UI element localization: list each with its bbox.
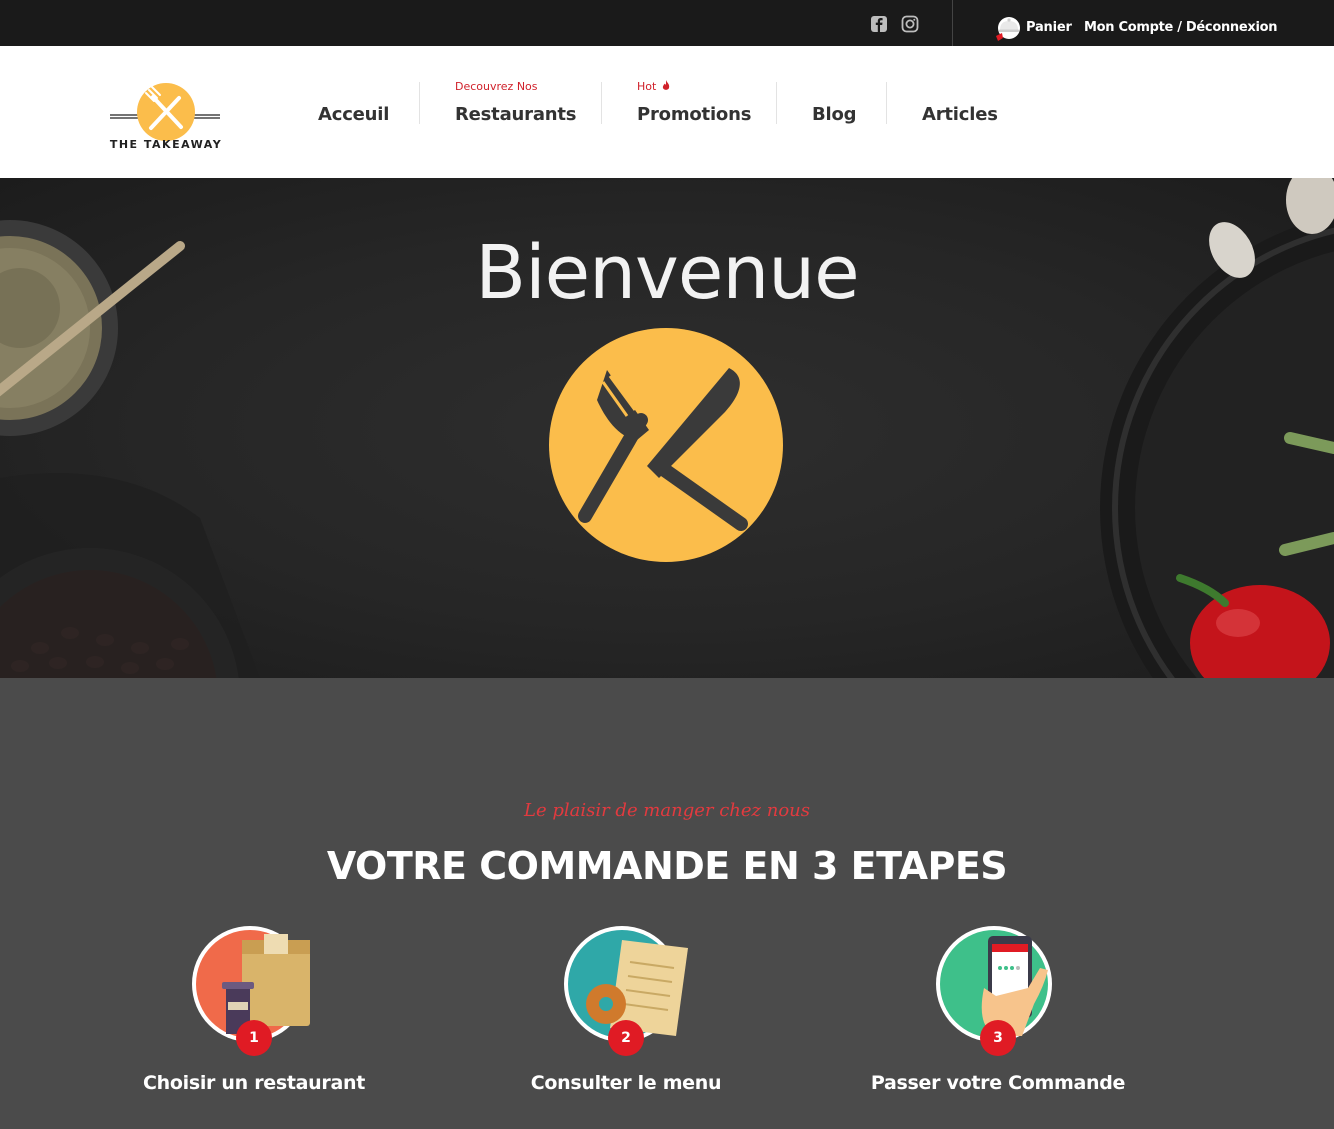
cart-link[interactable]: Panier <box>1026 20 1072 35</box>
hero-title: Bienvenue <box>475 230 859 316</box>
hot-label: Hot <box>637 80 657 93</box>
step-number-badge: 1 <box>236 1020 272 1056</box>
flame-icon <box>662 80 670 90</box>
order-steps-section: Le plaisir de manger chez nous VOTRE COM… <box>0 678 1334 1129</box>
hero-banner: Bienvenue <box>0 178 1334 678</box>
step-card-3: 3 Passer votre Commande <box>848 926 1148 1126</box>
nav-divider <box>776 82 777 124</box>
nav-label[interactable]: Acceuil <box>318 104 389 125</box>
fork-knife-icon <box>549 328 783 562</box>
top-bar: Panier Mon Compte / Déconnexion <box>0 0 1334 46</box>
facebook-icon[interactable] <box>870 15 888 33</box>
section-title: VOTRE COMMANDE EN 3 ETAPES <box>326 844 1008 888</box>
instagram-icon[interactable] <box>901 15 919 33</box>
nav-label[interactable]: Articles <box>922 104 998 125</box>
nav-divider <box>886 82 887 124</box>
account-logout-link[interactable]: Mon Compte / Déconnexion <box>1084 20 1278 35</box>
logo-text: THE TAKEAWAY <box>109 138 223 151</box>
step-card-2: 2 Consulter le menu <box>476 926 776 1126</box>
nav-divider <box>419 82 420 124</box>
section-tagline: Le plaisir de manger chez nous <box>524 800 810 821</box>
nav-divider <box>601 82 602 124</box>
topbar-divider <box>952 0 953 46</box>
nav-label[interactable]: Promotions <box>637 104 751 125</box>
nav-label[interactable]: Restaurants <box>455 104 577 125</box>
step-number-badge: 3 <box>980 1020 1016 1056</box>
nav-sublabel: Hot <box>637 80 670 93</box>
step-card-1: 1 Choisir un restaurant <box>104 926 404 1126</box>
step-number-badge: 2 <box>608 1020 644 1056</box>
cloche-cart-icon[interactable] <box>994 14 1024 44</box>
step-label: Consulter le menu <box>530 1072 722 1094</box>
site-header: THE TAKEAWAY Acceuil Decouvrez Nos Resta… <box>0 46 1334 178</box>
step-label: Choisir un restaurant <box>142 1072 365 1094</box>
nav-sublabel: Decouvrez Nos <box>455 80 538 93</box>
step-label: Passer votre Commande <box>870 1072 1126 1094</box>
nav-label[interactable]: Blog <box>812 104 857 125</box>
